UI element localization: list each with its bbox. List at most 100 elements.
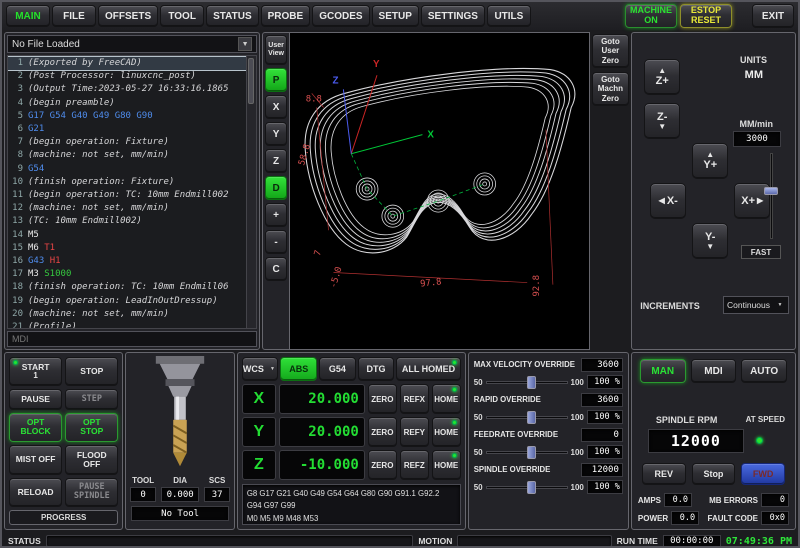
gcode-line[interactable]: 11(begin operation: TC: 10mm Endmill002 xyxy=(8,189,246,202)
machine-on-button[interactable]: MACHINE ON xyxy=(625,4,677,28)
menu-utils[interactable]: UTILS xyxy=(487,5,531,27)
menu-setup[interactable]: SETUP xyxy=(372,5,419,27)
view-btn-x[interactable]: X xyxy=(265,95,287,119)
home-z-button[interactable]: HOME xyxy=(432,450,461,480)
gcode-scrollbar[interactable] xyxy=(247,55,257,329)
cycle-btn-step[interactable]: STEP xyxy=(65,389,118,410)
spindle-fwd-button[interactable]: FWD xyxy=(741,463,785,485)
menu-status[interactable]: STATUS xyxy=(206,5,259,27)
gcode-line[interactable]: 14M5 xyxy=(8,229,246,242)
gcode-line[interactable]: 9G54 xyxy=(8,163,246,176)
jog-y-minus-button[interactable]: Y- xyxy=(692,223,728,259)
view-btn-c[interactable]: C xyxy=(265,257,287,281)
override-slider[interactable] xyxy=(486,445,568,460)
gcode-line[interactable]: 4(begin preamble) xyxy=(8,97,246,110)
gcode-line[interactable]: 20(machine: not set, mm/min) xyxy=(8,308,246,321)
gcode-line[interactable]: 2(Post Processor: linuxcnc_post) xyxy=(8,70,246,83)
dtg-button[interactable]: DTG xyxy=(358,357,395,381)
slider-handle[interactable] xyxy=(527,481,536,494)
axis-letter-x[interactable]: X xyxy=(242,384,276,414)
ref-y-button[interactable]: REFY xyxy=(400,417,429,447)
menu-offsets[interactable]: OFFSETS xyxy=(98,5,158,27)
axis-letter-y[interactable]: Y xyxy=(242,417,276,447)
gcode-line[interactable]: 7(begin operation: Fixture) xyxy=(8,136,246,149)
view-btn-p[interactable]: P xyxy=(265,68,287,92)
cycle-btn-start[interactable]: START1 xyxy=(9,357,62,386)
zero-z-button[interactable]: ZERO xyxy=(368,450,397,480)
jog-rate-slider[interactable] xyxy=(765,153,777,239)
menu-gcodes[interactable]: GCODES xyxy=(312,5,369,27)
file-selector[interactable]: No File Loaded xyxy=(7,35,257,53)
gcode-line[interactable]: 15M6 T1 xyxy=(8,242,246,255)
gcode-line[interactable]: 3(Output Time:2023-05-27 16:33:16.1865 xyxy=(8,83,246,96)
spindle-stop-button[interactable]: Stop xyxy=(692,463,736,485)
menu-tool[interactable]: TOOL xyxy=(160,5,204,27)
exit-button[interactable]: EXIT xyxy=(752,4,794,28)
gcode-line[interactable]: 21(Profile) xyxy=(8,321,246,329)
view-btn-user-view[interactable]: User View xyxy=(265,35,287,65)
gcode-line[interactable]: 6G21 xyxy=(8,123,246,136)
all-homed-button[interactable]: ALL HOMED xyxy=(396,357,460,381)
slider-handle[interactable] xyxy=(527,411,536,424)
gcode-line[interactable]: 18(finish operation: TC: 10mm Endmill06 xyxy=(8,281,246,294)
gcode-line[interactable]: 17M3 S1000 xyxy=(8,268,246,281)
increments-select[interactable]: Continuous xyxy=(723,296,789,314)
home-x-button[interactable]: HOME xyxy=(432,384,461,414)
jog-z-minus-button[interactable]: Z- xyxy=(644,103,680,139)
ref-z-button[interactable]: REFZ xyxy=(400,450,429,480)
mdi-input[interactable] xyxy=(7,331,257,347)
view-btn-z[interactable]: Z xyxy=(265,149,287,173)
gcode-line[interactable]: 16G43 H1 xyxy=(8,255,246,268)
g54-button[interactable]: G54 xyxy=(319,357,356,381)
mdi-mode-button[interactable]: MDI xyxy=(691,359,737,383)
view-btn--[interactable]: - xyxy=(265,230,287,254)
override-slider[interactable] xyxy=(486,480,568,495)
slider-handle[interactable] xyxy=(764,187,778,195)
gcode-listing[interactable]: 1(Exported by FreeCAD)2(Post Processor: … xyxy=(7,55,247,329)
gcode-line[interactable]: 8(machine: not set, mm/min) xyxy=(8,149,246,162)
zero-y-button[interactable]: ZERO xyxy=(368,417,397,447)
goto-user-zero-button[interactable]: Goto User Zero xyxy=(592,34,630,68)
menu-file[interactable]: FILE xyxy=(52,5,96,27)
gcode-line[interactable]: 5G17 G54 G40 G49 G80 G90 xyxy=(8,110,246,123)
gcode-line[interactable]: 10(finish operation: Fixture) xyxy=(8,176,246,189)
auto-mode-button[interactable]: AUTO xyxy=(741,359,787,383)
cycle-btn-mist-off[interactable]: MIST OFF xyxy=(9,445,62,475)
axis-letter-z[interactable]: Z xyxy=(242,450,276,480)
jog-x-minus-button[interactable]: X- xyxy=(650,183,686,219)
cycle-btn-flood-off[interactable]: FLOOD OFF xyxy=(65,445,118,475)
menu-probe[interactable]: PROBE xyxy=(261,5,311,27)
override-slider[interactable] xyxy=(486,375,568,390)
scrollbar-thumb[interactable] xyxy=(248,58,254,104)
man-mode-button[interactable]: MAN xyxy=(640,359,686,383)
gremlin-preview[interactable]: X Y Z 8.8 58.8 7 -5.0 xyxy=(290,32,589,350)
dropdown-arrow-icon[interactable] xyxy=(238,37,252,51)
menu-main[interactable]: MAIN xyxy=(6,5,50,27)
gcode-line[interactable]: 12(machine: not set, mm/min) xyxy=(8,202,246,215)
ref-x-button[interactable]: REFX xyxy=(400,384,429,414)
home-y-button[interactable]: HOME xyxy=(432,417,461,447)
cycle-btn-reload[interactable]: RELOAD xyxy=(9,478,62,508)
zero-x-button[interactable]: ZERO xyxy=(368,384,397,414)
abs-button[interactable]: ABS xyxy=(280,357,317,381)
view-btn-d[interactable]: D xyxy=(265,176,287,200)
spindle-rev-button[interactable]: REV xyxy=(642,463,686,485)
view-btn-+[interactable]: + xyxy=(265,203,287,227)
gcode-line[interactable]: 13(TC: 10mm Endmill002) xyxy=(8,215,246,228)
cycle-btn-pause[interactable]: PAUSE xyxy=(9,389,62,410)
cycle-btn-opt-block[interactable]: OPT BLOCK xyxy=(9,413,62,442)
slider-handle[interactable] xyxy=(527,446,536,459)
menu-settings[interactable]: SETTINGS xyxy=(421,5,485,27)
cycle-btn-pause-spindle[interactable]: PAUSE SPINDLE xyxy=(65,478,118,508)
estop-reset-button[interactable]: ESTOP RESET xyxy=(680,4,732,28)
cycle-btn-opt-stop[interactable]: OPT STOP xyxy=(65,413,118,442)
override-slider[interactable] xyxy=(486,410,568,425)
gcode-line[interactable]: 19(begin operation: LeadInOutDressup) xyxy=(8,295,246,308)
wcs-button[interactable]: WCS xyxy=(242,357,279,381)
cycle-btn-stop[interactable]: STOP xyxy=(65,357,118,386)
view-btn-y[interactable]: Y xyxy=(265,122,287,146)
jog-z-plus-button[interactable]: Z+ xyxy=(644,59,680,95)
goto-machine-zero-button[interactable]: Goto Machn Zero xyxy=(592,72,630,106)
slider-handle[interactable] xyxy=(527,376,536,389)
jog-y-plus-button[interactable]: Y+ xyxy=(692,143,728,179)
